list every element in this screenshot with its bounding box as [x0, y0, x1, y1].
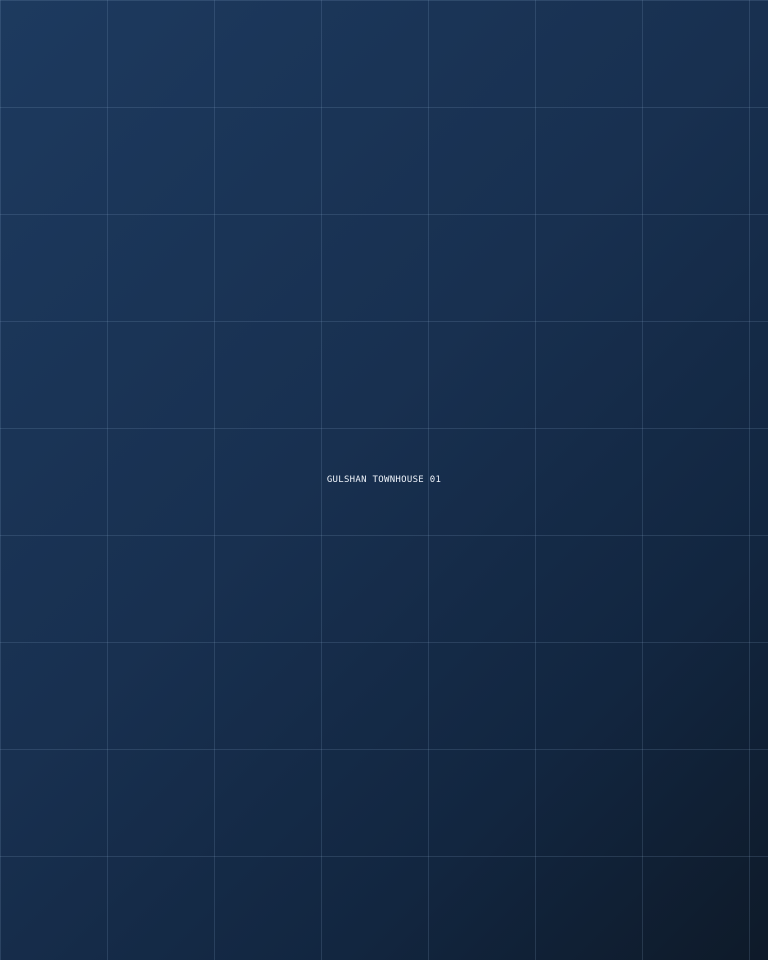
placeholder-title: GULSHAN TOWNHOUSE 01	[326, 475, 442, 485]
